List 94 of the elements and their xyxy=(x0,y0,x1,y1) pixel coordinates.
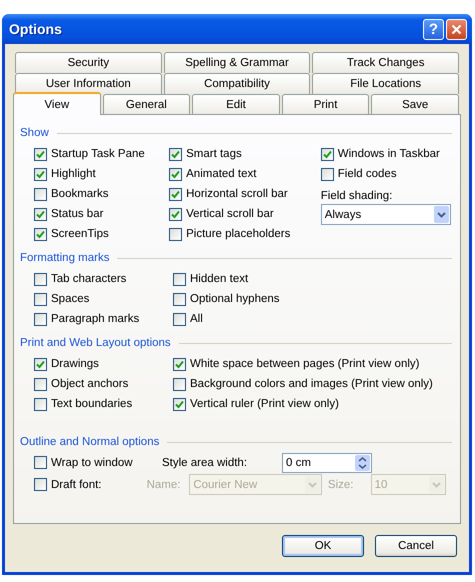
tab[interactable]: View xyxy=(13,92,101,115)
checkbox-label[interactable]: Background colors and images (Print view only) xyxy=(190,378,433,390)
checkbox[interactable] xyxy=(173,312,186,326)
checkbox-label[interactable]: All xyxy=(190,313,203,325)
checkbox[interactable] xyxy=(173,292,186,306)
tab[interactable]: General xyxy=(102,94,190,115)
tab[interactable]: Spelling & Grammar xyxy=(164,52,310,73)
tab[interactable]: Print xyxy=(282,94,370,115)
dropdown[interactable]: Always xyxy=(320,204,451,225)
tab[interactable]: File Locations xyxy=(312,73,460,94)
check-icon xyxy=(36,150,45,158)
check-icon xyxy=(171,210,180,218)
checkbox[interactable] xyxy=(169,188,182,200)
dialog-button[interactable]: Cancel xyxy=(375,535,457,557)
checkbox[interactable] xyxy=(320,148,334,160)
checkbox[interactable] xyxy=(34,456,47,469)
checkbox-label[interactable]: Draft font: xyxy=(51,478,102,490)
spin-field[interactable]: 0 cm xyxy=(282,452,372,472)
close-icon xyxy=(451,24,462,34)
chevron-down-icon xyxy=(308,482,317,488)
dialog-button[interactable]: OK xyxy=(282,535,364,557)
checkbox-label[interactable]: Smart tags xyxy=(186,148,242,160)
checkbox-label[interactable]: Drawings xyxy=(51,358,99,370)
checkbox-label[interactable]: Picture placeholders xyxy=(186,228,290,240)
check-icon xyxy=(36,230,45,238)
checkbox[interactable] xyxy=(34,378,47,390)
close-button[interactable] xyxy=(446,18,467,40)
checkbox[interactable] xyxy=(34,188,47,200)
checkbox[interactable] xyxy=(34,228,47,240)
checkbox-label[interactable]: Hidden text xyxy=(190,273,248,285)
tab[interactable]: Compatibility xyxy=(164,73,310,94)
section-heading: Outline and Normal options xyxy=(20,436,160,448)
tab[interactable]: User Information xyxy=(15,73,162,94)
checkbox[interactable] xyxy=(34,292,47,306)
checkbox[interactable] xyxy=(173,358,186,370)
check-icon xyxy=(175,360,184,368)
checkbox[interactable] xyxy=(34,312,47,326)
checkbox[interactable] xyxy=(34,208,47,220)
checkbox-label[interactable]: Status bar xyxy=(51,208,104,220)
checkbox-label[interactable]: Windows in Taskbar xyxy=(338,148,440,160)
checkbox-label[interactable]: Field codes xyxy=(338,168,397,180)
checkbox[interactable] xyxy=(34,272,47,286)
checkbox-label[interactable]: Vertical ruler (Print view only) xyxy=(190,398,339,410)
tab[interactable]: Security xyxy=(15,52,162,73)
checkbox-label[interactable]: Object anchors xyxy=(51,378,128,390)
checkbox[interactable] xyxy=(169,228,182,240)
checkbox[interactable] xyxy=(173,378,186,390)
check-icon xyxy=(171,170,180,178)
checkbox-label[interactable]: Tab characters xyxy=(51,273,126,285)
checkbox-label[interactable]: Horizontal scroll bar xyxy=(186,188,288,200)
checkbox[interactable] xyxy=(173,398,186,410)
check-icon xyxy=(36,360,45,368)
field-label: Style area width: xyxy=(162,456,248,468)
checkbox-label[interactable]: Optional hyphens xyxy=(190,293,280,305)
checkbox[interactable] xyxy=(320,168,334,180)
section-heading: Formatting marks xyxy=(20,252,110,264)
checkbox-label[interactable]: Text boundaries xyxy=(51,398,132,410)
checkbox[interactable] xyxy=(173,272,186,286)
check-icon xyxy=(171,190,180,198)
checkbox[interactable] xyxy=(34,358,47,370)
checkbox-label[interactable]: Bookmarks xyxy=(51,188,109,200)
checkbox[interactable] xyxy=(169,168,182,180)
check-icon xyxy=(36,210,45,218)
checkbox[interactable] xyxy=(34,168,47,180)
checkbox-label[interactable]: White space between pages (Print view only) xyxy=(190,358,420,370)
chevron-down-icon xyxy=(432,482,442,488)
check-icon xyxy=(175,400,184,408)
checkbox[interactable] xyxy=(34,148,47,160)
section-heading: Show xyxy=(20,127,49,139)
checkbox[interactable] xyxy=(169,208,182,220)
checkbox-label[interactable]: Spaces xyxy=(51,293,90,305)
checkbox-label[interactable]: Paragraph marks xyxy=(51,313,140,325)
spin-arrows-icon[interactable] xyxy=(355,454,370,470)
checkbox[interactable] xyxy=(34,398,47,410)
checkbox-label[interactable]: Vertical scroll bar xyxy=(186,208,274,220)
tab[interactable]: Edit xyxy=(192,94,280,115)
field-label: Field shading: xyxy=(320,189,394,202)
section-heading: Print and Web Layout options xyxy=(20,337,171,349)
checkbox-label[interactable]: Startup Task Pane xyxy=(51,148,145,160)
tab[interactable]: Track Changes xyxy=(312,52,460,73)
window-title: Options xyxy=(9,21,63,37)
check-icon xyxy=(171,150,180,158)
field-label: Name: xyxy=(146,478,182,490)
checkbox-label[interactable]: Wrap to window xyxy=(51,456,133,468)
chevron-down-icon xyxy=(436,212,446,218)
check-icon xyxy=(322,150,332,158)
checkbox[interactable] xyxy=(34,478,47,491)
checkbox-label[interactable]: Highlight xyxy=(51,168,96,180)
tab[interactable]: Save xyxy=(371,94,459,115)
check-icon xyxy=(36,170,45,178)
field-label: Size: xyxy=(328,478,354,490)
checkbox[interactable] xyxy=(169,148,182,160)
checkbox-label[interactable]: Animated text xyxy=(186,168,256,180)
checkbox-label[interactable]: ScreenTips xyxy=(51,228,109,240)
